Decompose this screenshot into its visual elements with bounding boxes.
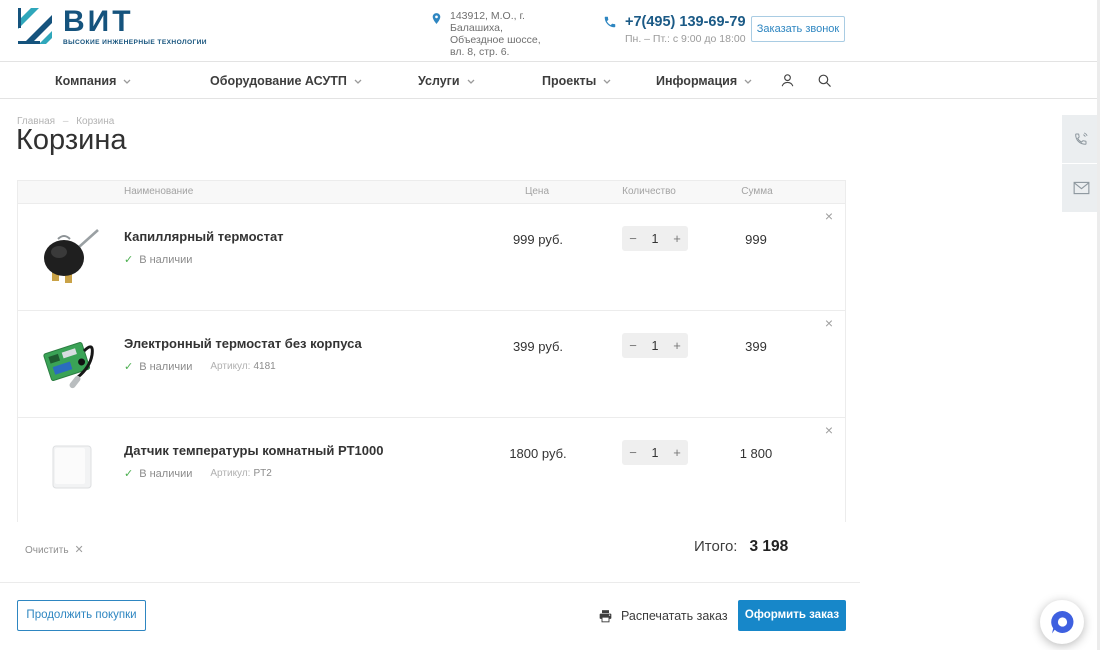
clear-icon: ✕ [75,544,84,556]
remove-item-icon[interactable]: × [825,208,833,224]
chat-widget-button[interactable] [1040,600,1084,644]
check-icon: ✓ [124,253,133,266]
phone-block: +7(495) 139-69-79 Пн. – Пт.: с 9:00 до 1… [603,14,746,45]
chat-bubble-icon [1049,609,1076,636]
cart-page: ВИТ ВЫСОКИЕ ИНЖЕНЕРНЫЕ ТЕХНОЛОГИИ 143912… [0,0,1100,650]
company-logo[interactable]: ВИТ ВЫСОКИЕ ИНЖЕНЕРНЫЕ ТЕХНОЛОГИИ [17,7,207,47]
cart-row: Капиллярный термостат ✓ В наличии 999 ру… [18,204,845,310]
chevron-down-icon [123,79,131,84]
qty-input[interactable] [644,442,666,463]
product-sum: 399 [718,339,794,354]
nav-item-company[interactable]: Компания [55,62,131,99]
product-sku: Артикул:4181 [210,361,275,372]
product-price: 399 руб. [488,339,588,354]
quantity-stepper: − + [622,440,688,465]
cart-total: Итого: 3 198 [694,538,788,556]
checkout-button[interactable]: Оформить заказ [738,600,846,631]
cart-row: Электронный термостат без корпуса ✓ В на… [18,310,845,416]
product-price: 1800 руб. [488,446,588,461]
remove-item-icon[interactable]: × [825,422,833,438]
logo-tagline: ВЫСОКИЕ ИНЖЕНЕРНЫЕ ТЕХНОЛОГИИ [63,39,207,46]
qty-plus-button[interactable]: + [666,440,688,465]
availability-status: ✓ В наличии [124,467,192,480]
phone-number[interactable]: +7(495) 139-69-79 [625,14,746,30]
cart-row: Датчик температуры комнатный PT1000 ✓ В … [18,417,845,523]
qty-minus-button[interactable]: − [622,333,644,358]
product-price: 999 руб. [488,232,588,247]
continue-shopping-button[interactable]: Продолжить покупки [17,600,146,631]
nav-item-projects[interactable]: Проекты [542,62,611,99]
availability-status: ✓ В наличии [124,253,192,266]
product-image[interactable] [38,329,104,395]
search-icon[interactable] [816,72,833,89]
call-button[interactable] [1062,115,1100,163]
check-icon: ✓ [124,360,133,373]
page-title: Корзина [16,124,126,157]
product-name[interactable]: Датчик температуры комнатный PT1000 [124,443,383,458]
availability-status: ✓ В наличии [124,360,192,373]
chevron-down-icon [354,79,362,84]
check-icon: ✓ [124,467,133,480]
product-image[interactable] [38,436,104,502]
product-image[interactable] [38,222,104,288]
quantity-stepper: − + [622,333,688,358]
qty-input[interactable] [644,335,666,356]
qty-plus-button[interactable]: + [666,226,688,251]
column-header-sum: Сумма [717,186,797,197]
nav-item-services[interactable]: Услуги [418,62,475,99]
chevron-down-icon [744,79,752,84]
qty-minus-button[interactable]: − [622,226,644,251]
contact-side-panel [1062,115,1100,212]
column-header-name: Наименование [124,186,193,197]
cart-table: Наименование Цена Количество Сумма Капил… [17,180,846,522]
print-order-button[interactable]: Распечатать заказ [598,600,728,631]
mail-icon [1073,181,1090,195]
phone-icon [603,15,617,29]
clear-cart-link[interactable]: Очистить✕ [25,543,84,556]
logo-name: ВИТ [63,7,207,37]
callback-button[interactable]: Заказать звонок [751,16,845,42]
main-nav: Компания Оборудование АСУТП Услуги Проек… [0,62,1100,99]
product-name[interactable]: Электронный термостат без корпуса [124,336,362,351]
product-sum: 1 800 [718,446,794,461]
working-hours: Пн. – Пт.: с 9:00 до 18:00 [625,33,746,45]
quantity-stepper: − + [622,226,688,251]
email-button[interactable] [1062,164,1100,212]
address-block: 143912, М.О., г. Балашиха, Объездное шос… [430,10,546,58]
nav-item-equipment[interactable]: Оборудование АСУТП [210,62,362,99]
ringing-phone-icon [1073,131,1089,147]
total-value: 3 198 [749,538,788,555]
printer-icon [598,609,613,623]
remove-item-icon[interactable]: × [825,315,833,331]
footer-divider [0,582,860,583]
location-pin-icon [430,10,443,27]
qty-input[interactable] [644,228,666,249]
nav-item-information[interactable]: Информация [656,62,752,99]
top-header: ВИТ ВЫСОКИЕ ИНЖЕНЕРНЫЕ ТЕХНОЛОГИИ 143912… [0,0,1100,62]
logo-icon [17,7,55,47]
column-header-qty: Количество [609,186,689,197]
product-sum: 999 [718,232,794,247]
column-header-price: Цена [497,186,577,197]
product-name[interactable]: Капиллярный термостат [124,229,284,244]
qty-plus-button[interactable]: + [666,333,688,358]
qty-minus-button[interactable]: − [622,440,644,465]
product-sku: Артикул:PT2 [210,468,271,479]
chevron-down-icon [603,79,611,84]
chevron-down-icon [467,79,475,84]
cart-table-header: Наименование Цена Количество Сумма [18,181,845,204]
account-icon[interactable] [779,72,796,89]
address-text: 143912, М.О., г. Балашиха, Объездное шос… [450,10,546,58]
total-label: Итого: [694,538,737,555]
